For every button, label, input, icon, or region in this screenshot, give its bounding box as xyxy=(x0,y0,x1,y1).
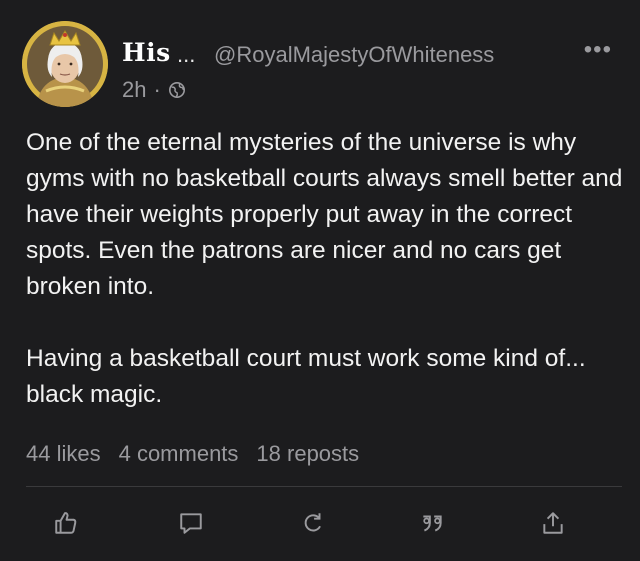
post-card: His ... @RoyalMajestyOfWhiteness ••• 2h … xyxy=(0,0,640,561)
avatar[interactable] xyxy=(22,21,108,107)
post-paragraph: Having a basketball court must work some… xyxy=(26,345,586,408)
like-button[interactable] xyxy=(46,505,86,545)
comment-icon xyxy=(178,510,204,541)
share-icon xyxy=(540,510,566,541)
thumbs-up-icon xyxy=(53,510,79,541)
post-header: His ... @RoyalMajestyOfWhiteness ••• xyxy=(122,36,630,74)
globe-icon xyxy=(168,81,186,99)
author-handle[interactable]: @RoyalMajestyOfWhiteness xyxy=(214,42,494,68)
post-body: One of the eternal mysteries of the univ… xyxy=(26,125,626,413)
share-button[interactable] xyxy=(533,505,573,545)
likes-count[interactable]: 44 likes xyxy=(26,441,101,467)
engagement-stats: 44 likes 4 comments 18 reposts xyxy=(26,441,359,467)
repost-button[interactable] xyxy=(293,505,333,545)
avatar-portrait-image xyxy=(22,21,108,107)
more-options-button[interactable]: ••• xyxy=(584,36,612,64)
post-meta: 2h · xyxy=(122,77,186,103)
quote-button[interactable] xyxy=(412,505,452,545)
author-name[interactable]: His xyxy=(122,38,171,67)
author-name-truncation: ... xyxy=(177,42,196,67)
comments-count[interactable]: 4 comments xyxy=(119,441,239,467)
post-timestamp: 2h xyxy=(122,77,147,102)
comment-button[interactable] xyxy=(171,505,211,545)
post-paragraph: One of the eternal mysteries of the univ… xyxy=(26,129,623,300)
action-bar xyxy=(0,505,640,545)
divider xyxy=(26,486,622,487)
quote-icon xyxy=(419,510,445,541)
repost-icon xyxy=(300,510,326,541)
reposts-count[interactable]: 18 reposts xyxy=(256,441,359,467)
meta-separator: · xyxy=(153,77,161,102)
